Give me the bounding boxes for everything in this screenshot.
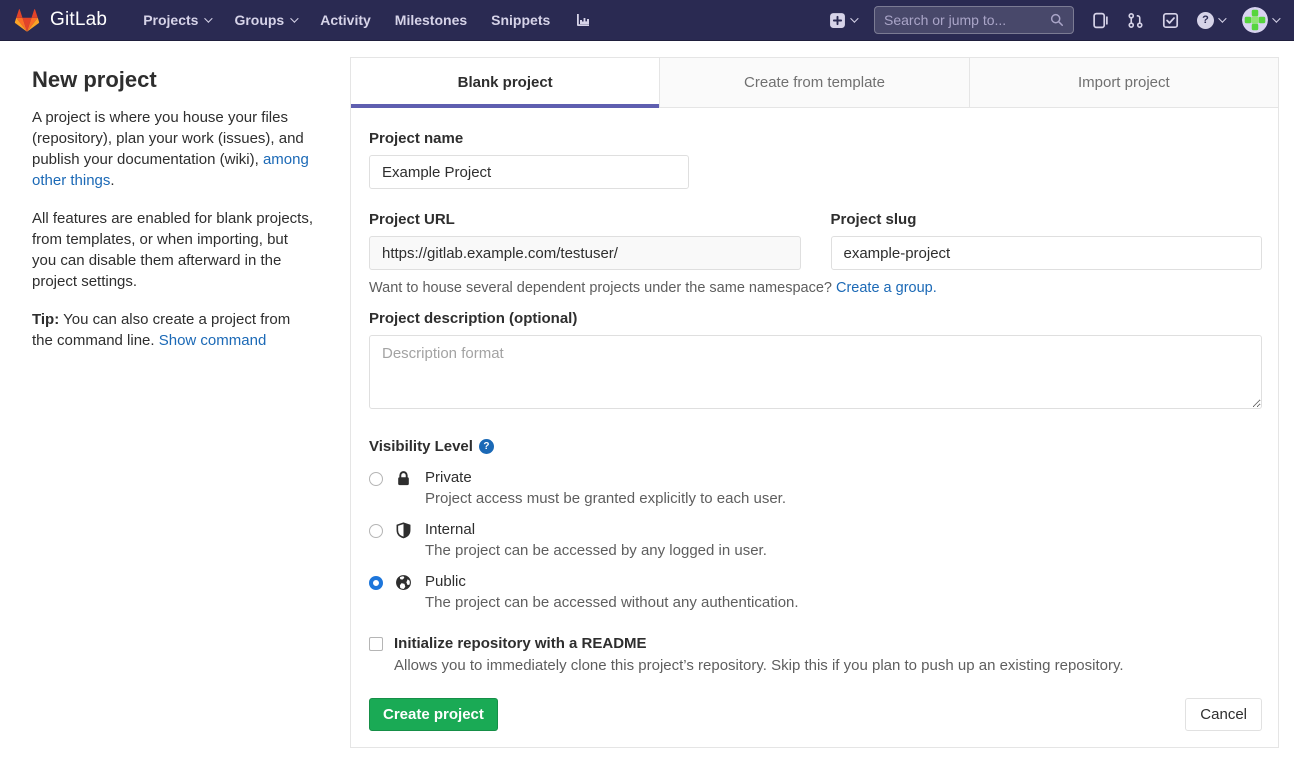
project-slug-label: Project slug (831, 211, 1263, 228)
brand-wordmark: GitLab (50, 9, 107, 31)
avatar (1242, 7, 1268, 33)
internal-description: The project can be accessed by any logge… (425, 542, 767, 559)
visibility-option-private: Private Project access must be granted e… (369, 469, 1262, 507)
public-radio[interactable] (369, 576, 383, 590)
project-name-label: Project name (369, 130, 1262, 147)
project-description-label: Project description (optional) (369, 310, 1262, 327)
project-url-label: Project URL (369, 211, 801, 228)
nav-projects[interactable]: Projects (133, 6, 220, 34)
visibility-option-public: Public The project can be accessed witho… (369, 573, 1262, 611)
lock-icon (395, 470, 413, 487)
tab-blank-project[interactable]: Blank project (351, 58, 659, 107)
todos-icon[interactable] (1162, 12, 1179, 29)
nav-milestones[interactable]: Milestones (385, 6, 477, 34)
features-paragraph: All features are enabled for blank proje… (32, 208, 313, 292)
public-description: The project can be accessed without any … (425, 594, 799, 611)
project-slug-input[interactable] (831, 236, 1263, 270)
user-menu-button[interactable] (1242, 7, 1278, 33)
globe-icon (395, 574, 413, 591)
internal-label: Internal (425, 521, 767, 538)
project-description-textarea[interactable] (369, 335, 1262, 409)
issues-icon[interactable] (1092, 12, 1109, 29)
create-a-group-link[interactable]: Create a group. (836, 280, 937, 296)
search-icon (1050, 13, 1064, 27)
tab-import-project[interactable]: Import project (969, 58, 1278, 107)
global-search[interactable] (874, 6, 1074, 34)
private-radio[interactable] (369, 472, 383, 486)
project-url-namespace-select[interactable]: https://gitlab.example.com/testuser/ (369, 236, 801, 270)
plus-icon (829, 12, 846, 29)
internal-radio[interactable] (369, 524, 383, 538)
public-label: Public (425, 573, 799, 590)
tip-paragraph: Tip: You can also create a project from … (32, 309, 313, 351)
new-menu-button[interactable] (829, 12, 856, 29)
private-description: Project access must be granted explicitl… (425, 490, 786, 507)
project-type-tabs: Blank project Create from template Impor… (351, 58, 1278, 108)
visibility-level-label: Visibility Level ? (369, 438, 1262, 455)
nav-groups[interactable]: Groups (224, 6, 306, 34)
chevron-down-icon (205, 14, 213, 22)
merge-requests-icon[interactable] (1127, 12, 1144, 29)
create-project-button[interactable]: Create project (369, 698, 498, 731)
new-project-sidebar: New project A project is where you house… (0, 41, 350, 368)
chevron-down-icon (850, 14, 858, 22)
nav-activity[interactable]: Activity (310, 6, 381, 34)
tab-create-from-template[interactable]: Create from template (659, 58, 968, 107)
project-name-input[interactable] (369, 155, 689, 189)
nav-snippets[interactable]: Snippets (481, 6, 560, 34)
gitlab-tanuki-logo-icon (14, 8, 40, 33)
intro-paragraph: A project is where you house your files … (32, 107, 313, 191)
new-project-panel: Blank project Create from template Impor… (350, 57, 1279, 748)
top-navbar: GitLab Projects Groups Activity Mileston… (0, 0, 1294, 41)
help-icon: ? (1197, 12, 1214, 29)
shield-icon (395, 522, 413, 539)
tip-label: Tip: (32, 311, 59, 328)
visibility-help-icon[interactable]: ? (479, 439, 494, 454)
search-input[interactable] (884, 12, 1044, 28)
initialize-readme-checkbox[interactable] (369, 637, 383, 651)
initialize-readme-description: Allows you to immediately clone this pro… (394, 657, 1124, 674)
initialize-readme-label: Initialize repository with a README (394, 635, 1124, 652)
blank-project-form: Project name Project URL https://gitlab.… (351, 108, 1278, 747)
show-command-link[interactable]: Show command (159, 332, 267, 349)
chevron-down-icon (1218, 14, 1226, 22)
private-label: Private (425, 469, 786, 486)
page-title: New project (32, 67, 313, 93)
initialize-readme-row: Initialize repository with a README Allo… (369, 635, 1262, 674)
chevron-down-icon (1272, 14, 1280, 22)
cancel-button[interactable]: Cancel (1185, 698, 1262, 731)
visibility-option-internal: Internal The project can be accessed by … (369, 521, 1262, 559)
chevron-down-icon (290, 14, 298, 22)
help-menu-button[interactable]: ? (1197, 12, 1224, 29)
namespace-hint: Want to house several dependent projects… (369, 280, 1262, 296)
instance-statistics-chart-icon[interactable] (564, 6, 602, 34)
gitlab-home-link[interactable]: GitLab (14, 8, 107, 33)
